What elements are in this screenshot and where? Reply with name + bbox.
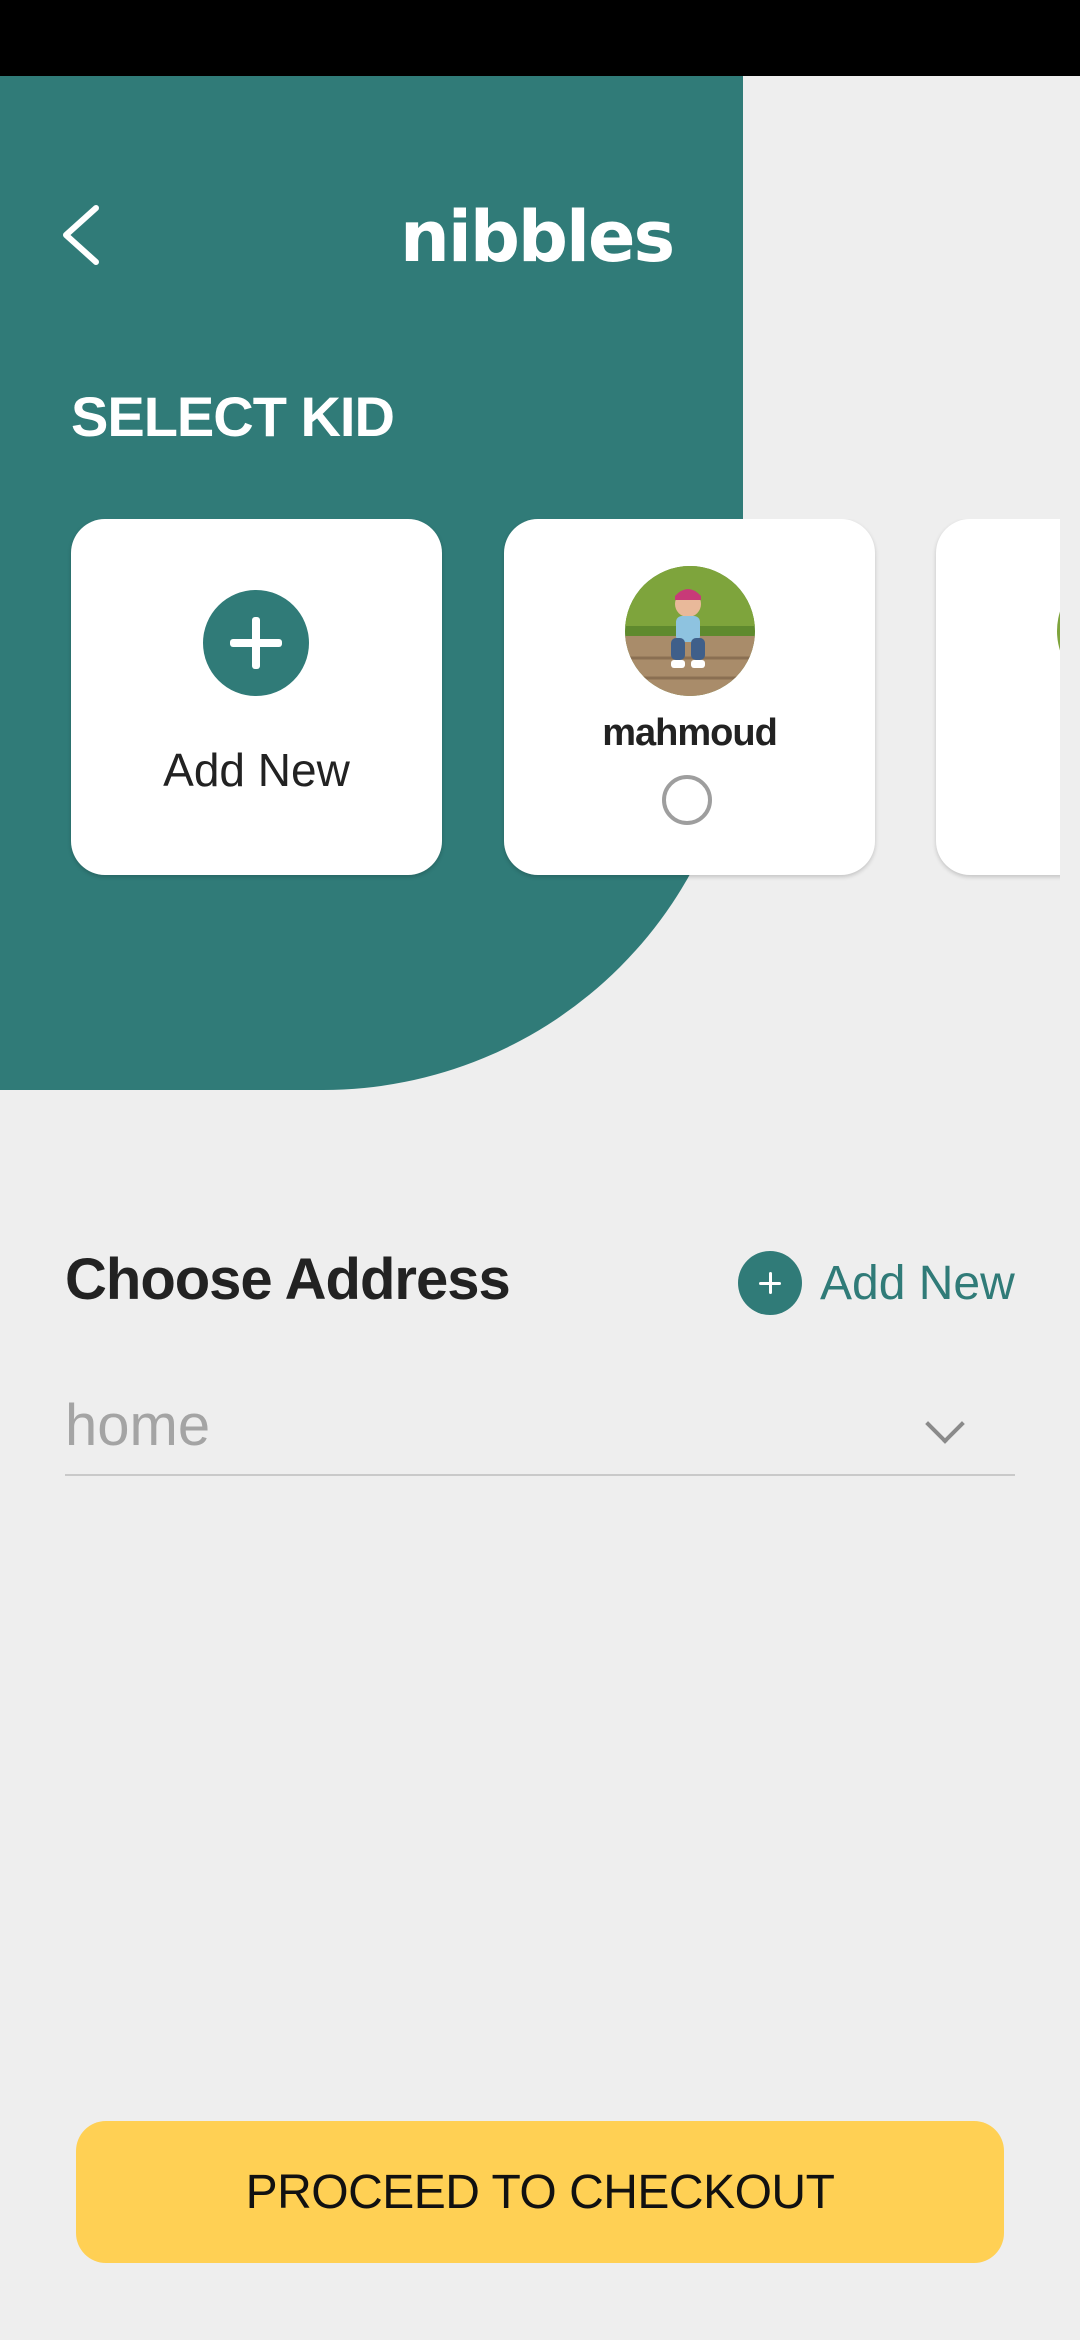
kid-radio-button[interactable] <box>662 775 712 825</box>
address-value: home <box>65 1393 211 1458</box>
select-kid-title: SELECT KID <box>71 385 395 448</box>
chevron-down-icon <box>925 1404 965 1444</box>
plus-icon <box>203 590 309 696</box>
chevron-left-icon <box>63 205 99 265</box>
add-address-label: Add New <box>820 1256 1015 1310</box>
add-kid-card[interactable]: Add New <box>71 519 442 875</box>
kid-card[interactable]: m <box>936 519 1060 875</box>
kid-carousel[interactable]: Add New mahmoud <box>0 519 1060 881</box>
kid-name: m <box>930 712 1060 755</box>
plus-icon <box>738 1251 802 1315</box>
address-dropdown[interactable]: home <box>65 1386 1015 1476</box>
kid-avatar <box>1057 566 1060 696</box>
kid-card[interactable]: mahmoud <box>504 519 875 875</box>
kid-avatar <box>625 566 755 696</box>
add-address-button[interactable]: Add New <box>738 1250 1015 1316</box>
choose-address-title: Choose Address <box>65 1247 511 1312</box>
proceed-to-checkout-button[interactable]: PROCEED TO CHECKOUT <box>76 2121 1004 2263</box>
back-button[interactable] <box>54 200 114 270</box>
kid-name: mahmoud <box>602 712 778 754</box>
app-logo: nibbles <box>400 196 675 278</box>
status-bar <box>0 0 1080 76</box>
add-kid-label: Add New <box>163 744 350 796</box>
